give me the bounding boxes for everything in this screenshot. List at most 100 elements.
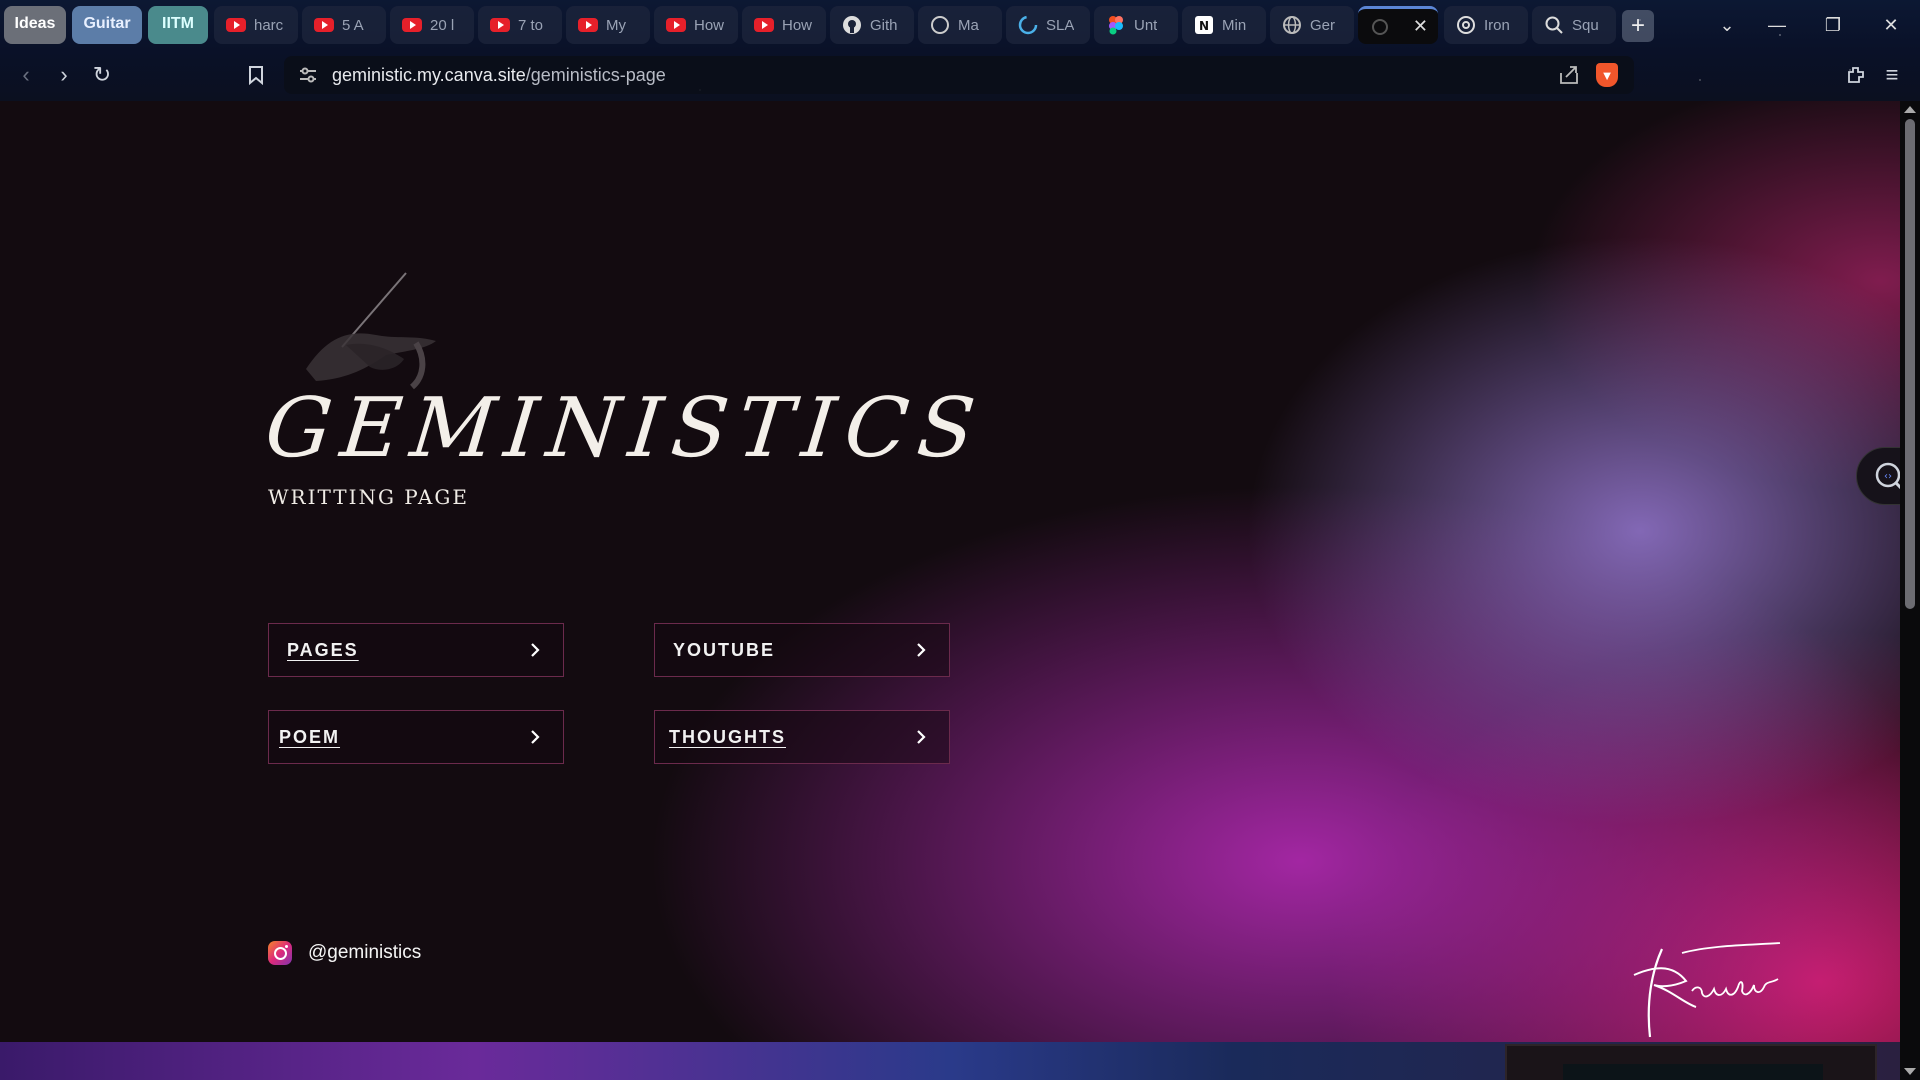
tab-label: Squ — [1572, 16, 1599, 34]
tab-globe[interactable]: Ger — [1270, 6, 1354, 44]
tab-group-iitm[interactable]: IITM — [148, 6, 208, 44]
tab-youtube-1[interactable]: harc — [214, 6, 298, 44]
tab-label: How — [694, 16, 725, 34]
youtube-icon — [314, 15, 334, 35]
tab-openai[interactable]: Iron — [1444, 6, 1528, 44]
youtube-icon — [402, 15, 422, 35]
page-scrollbar[interactable] — [1900, 101, 1920, 1080]
tab-active[interactable]: ✕ — [1358, 6, 1438, 44]
address-bar[interactable]: geministic.my.canva.site/geministics-pag… — [284, 56, 1634, 94]
chevron-right-icon — [525, 640, 545, 660]
tab-label: How — [782, 16, 813, 34]
tab-youtube-5[interactable]: My — [566, 6, 650, 44]
video-preview-thumbnail[interactable] — [1505, 1044, 1877, 1080]
tab-group-ideas[interactable]: Ideas — [4, 6, 66, 44]
youtube-icon — [578, 15, 598, 35]
tab-group-guitar[interactable]: Guitar — [72, 6, 142, 44]
tab-figma[interactable]: Unt — [1094, 6, 1178, 44]
scroll-down-arrow[interactable] — [1904, 1068, 1916, 1075]
globe-icon — [1282, 15, 1302, 35]
instagram-link[interactable]: @geministics — [268, 941, 421, 965]
tab-label: SLA — [1046, 16, 1075, 34]
reload-button[interactable]: ↻ — [86, 59, 118, 91]
tab-youtube-3[interactable]: 20 l — [390, 6, 474, 44]
tab-label: Gith — [870, 16, 898, 34]
tab-label: 20 l — [430, 16, 455, 34]
tab-strip: Ideas Guitar IITM harc 5 A 20 l 7 to My … — [0, 0, 1920, 50]
browser-chrome: Ideas Guitar IITM harc 5 A 20 l 7 to My … — [0, 0, 1920, 101]
tab-chatgpt[interactable]: Ma — [918, 6, 1002, 44]
tab-label: Min — [1222, 16, 1247, 34]
tab-youtube-6[interactable]: How — [654, 6, 738, 44]
chevron-right-icon — [911, 640, 931, 660]
chevron-right-icon — [525, 727, 545, 747]
forward-button[interactable]: › — [48, 59, 80, 91]
tab-github[interactable]: Gith — [830, 6, 914, 44]
thoughts-link-label: THOUGHTS — [669, 726, 786, 747]
site-subtitle: WRITTING PAGE — [268, 485, 469, 509]
brave-shields-icon[interactable]: ▼ — [1596, 63, 1618, 87]
tab-search-dropdown-icon[interactable]: ⌄ — [1710, 10, 1744, 40]
menu-icon[interactable]: ≡ — [1876, 59, 1908, 91]
tab-label: My — [606, 16, 626, 34]
web-page: GEMINISTICS WRITTING PAGE PAGES YOUTUBE … — [0, 101, 1900, 1080]
youtube-icon — [754, 15, 774, 35]
thoughts-link[interactable]: THOUGHTS — [654, 710, 950, 764]
tab-label: Ma — [958, 16, 979, 34]
close-icon[interactable]: ✕ — [1413, 16, 1428, 37]
search-icon — [1544, 15, 1564, 35]
tab-label: 7 to — [518, 16, 544, 34]
youtube-link[interactable]: YOUTUBE — [654, 623, 950, 677]
figma-icon — [1106, 15, 1126, 35]
pages-link[interactable]: PAGES — [268, 623, 564, 677]
tab-youtube-2[interactable]: 5 A — [302, 6, 386, 44]
quill-hand-illustration — [306, 272, 436, 390]
youtube-icon — [666, 15, 686, 35]
tab-search[interactable]: Squ — [1532, 6, 1616, 44]
tab-youtube-7[interactable]: How — [742, 6, 826, 44]
scroll-up-arrow[interactable] — [1904, 106, 1916, 113]
youtube-icon — [490, 15, 510, 35]
svg-text:N: N — [1199, 19, 1209, 33]
tab-label: harc — [254, 16, 284, 34]
back-button[interactable]: ‹ — [10, 59, 42, 91]
tab-sla[interactable]: SLA — [1006, 6, 1090, 44]
github-icon — [842, 15, 862, 35]
tab-notion[interactable]: N Min — [1182, 6, 1266, 44]
tab-label: Iron — [1484, 16, 1510, 34]
minimize-button[interactable]: — — [1760, 10, 1794, 40]
extensions-icon[interactable] — [1840, 59, 1872, 91]
youtube-link-label: YOUTUBE — [673, 639, 776, 660]
video-thumbnail-image — [1563, 1064, 1823, 1080]
close-window-button[interactable]: ✕ — [1874, 10, 1908, 40]
scroll-thumb[interactable] — [1905, 119, 1915, 609]
new-tab-button[interactable]: + — [1622, 10, 1654, 42]
bookmark-icon[interactable] — [240, 59, 272, 91]
openai-icon — [1456, 15, 1476, 35]
chatgpt-icon — [930, 15, 950, 35]
share-icon[interactable] — [1558, 65, 1580, 85]
kaustubh-signature — [1633, 942, 1781, 1038]
site-settings-icon[interactable] — [298, 66, 318, 84]
chevron-right-icon — [911, 727, 931, 747]
notion-icon: N — [1194, 15, 1214, 35]
instagram-icon — [268, 941, 292, 965]
tab-label: Unt — [1134, 16, 1158, 34]
url-path: /geministics-page — [525, 64, 666, 85]
site-title: GEMINISTICS — [261, 381, 990, 476]
spinner-icon — [1018, 15, 1038, 35]
loading-icon — [1370, 17, 1390, 37]
url-host: geministic.my.canva.site — [332, 64, 526, 85]
tab-label: Ger — [1310, 16, 1336, 34]
instagram-handle: @geministics — [308, 942, 422, 963]
poem-link-label: POEM — [279, 726, 341, 747]
svg-text:‹›: ‹› — [1884, 471, 1892, 482]
tab-youtube-4[interactable]: 7 to — [478, 6, 562, 44]
youtube-icon — [226, 15, 246, 35]
pages-link-label: PAGES — [287, 639, 359, 660]
browser-toolbar: ‹ › ↻ geministic.my.canva.site/geministi… — [0, 52, 1920, 98]
tab-label: 5 A — [342, 16, 364, 34]
restore-button[interactable]: ❐ — [1816, 10, 1850, 40]
floating-assistant-button[interactable]: ‹› — [1856, 447, 1900, 505]
poem-link[interactable]: POEM — [268, 710, 564, 764]
